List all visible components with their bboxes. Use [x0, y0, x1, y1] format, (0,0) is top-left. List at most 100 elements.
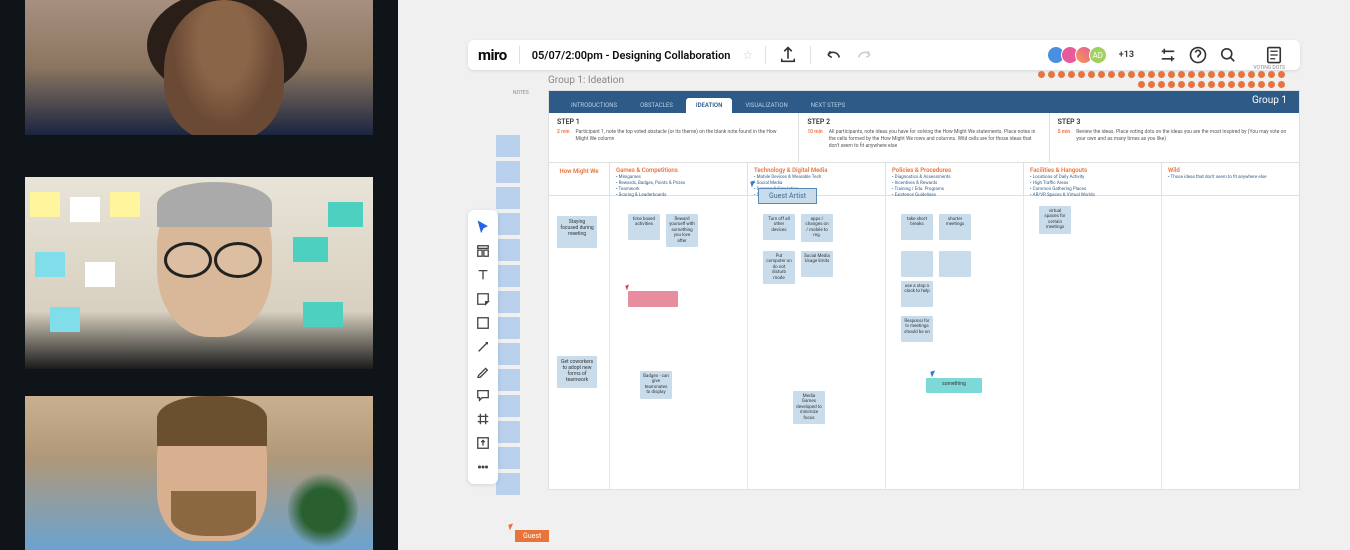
sticky-note[interactable] — [510, 369, 521, 391]
shape-tool-icon[interactable] — [472, 312, 494, 334]
voting-dot[interactable] — [1278, 71, 1285, 78]
line-tool-icon[interactable] — [472, 336, 494, 358]
cursor-icon — [930, 370, 936, 377]
voting-dot[interactable] — [1238, 71, 1245, 78]
sticky-note[interactable] — [901, 251, 933, 277]
redo-icon[interactable] — [855, 45, 875, 65]
sticky-note[interactable]: shorter meetings — [939, 214, 971, 240]
voting-dot[interactable] — [1168, 71, 1175, 78]
video-tile-2[interactable] — [25, 177, 373, 369]
text-tool-icon[interactable] — [472, 264, 494, 286]
sticky-note-selected[interactable]: something — [926, 378, 982, 393]
tab-ideation[interactable]: IDEATION — [686, 98, 732, 113]
voting-dot[interactable] — [1048, 71, 1055, 78]
group-header-label: Group 1: Ideation — [548, 75, 624, 86]
tab-visualization[interactable]: VISUALIZATION — [735, 98, 797, 113]
voting-dot[interactable] — [1268, 71, 1275, 78]
board-title[interactable]: 05/07/2:00pm - Designing Collaboration — [532, 49, 731, 62]
sticky-note[interactable]: Put computer on do not disturb mode — [763, 251, 795, 284]
templates-tool-icon[interactable] — [472, 240, 494, 262]
sticky-note[interactable] — [496, 317, 520, 339]
sticky-note[interactable]: Get coworkers to adopt new forms of team… — [557, 356, 597, 388]
sticky-note[interactable] — [496, 291, 520, 313]
tab-introductions[interactable]: INTRODUCTIONS — [561, 98, 627, 113]
voting-dot[interactable] — [1118, 71, 1125, 78]
ideation-frame[interactable]: Group 1 INTRODUCTIONS OBSTACLES IDEATION… — [548, 90, 1300, 490]
undo-icon[interactable] — [823, 45, 843, 65]
frame-tool-icon[interactable] — [472, 408, 494, 430]
miro-logo: miro — [478, 46, 507, 64]
voting-dot[interactable] — [1088, 71, 1095, 78]
sticky-note[interactable]: Turn off all other devices — [763, 214, 795, 240]
board-canvas[interactable]: Group 1: Ideation NOTES — [468, 80, 1300, 540]
comment-tool-icon[interactable] — [472, 384, 494, 406]
category-facilities: Facilities & Hangouts Locations of Daily… — [1023, 163, 1161, 195]
sticky-note[interactable] — [496, 161, 520, 183]
voting-dot[interactable] — [1248, 71, 1255, 78]
sticky-note[interactable] — [496, 473, 520, 495]
avatar-stack[interactable]: AD — [1051, 46, 1107, 64]
more-tools-icon[interactable] — [472, 456, 494, 478]
pen-tool-icon[interactable] — [472, 360, 494, 382]
voting-dot[interactable] — [1148, 71, 1155, 78]
sticky-note[interactable] — [496, 213, 520, 235]
search-icon[interactable] — [1218, 45, 1238, 65]
voting-dot[interactable] — [1198, 71, 1205, 78]
categories-row: How Might We Games & Competitions Miniga… — [549, 163, 1299, 196]
voting-dot[interactable] — [1178, 71, 1185, 78]
voting-dot[interactable] — [1228, 71, 1235, 78]
voting-dot[interactable] — [1158, 71, 1165, 78]
notes-panel-icon[interactable] — [1264, 45, 1284, 65]
more-collaborators-count[interactable]: +13 — [1115, 50, 1138, 60]
upload-tool-icon[interactable] — [472, 432, 494, 454]
sticky-note-selected[interactable] — [628, 291, 678, 307]
sticky-note[interactable] — [496, 395, 520, 417]
sticky-note[interactable] — [510, 265, 521, 287]
sticky-note[interactable]: virtual spaces for certain meetings — [1039, 206, 1071, 234]
swimlanes[interactable]: Staying focused during meeting Get cowor… — [549, 196, 1299, 489]
voting-dot[interactable] — [1188, 71, 1195, 78]
voting-dot[interactable] — [1078, 71, 1085, 78]
sticky-note[interactable] — [510, 187, 521, 209]
settings-icon[interactable] — [1158, 45, 1178, 65]
voting-dot[interactable] — [1138, 71, 1145, 78]
sticky-note[interactable] — [496, 447, 520, 469]
sticky-note[interactable] — [496, 343, 520, 365]
sticky-note[interactable] — [496, 187, 507, 209]
select-tool-icon[interactable] — [472, 216, 494, 238]
star-icon[interactable]: ☆ — [742, 48, 753, 62]
video-tile-3[interactable] — [25, 396, 373, 550]
sticky-note[interactable] — [496, 421, 520, 443]
voting-dot[interactable] — [1258, 71, 1265, 78]
tab-obstacles[interactable]: OBSTACLES — [630, 98, 683, 113]
export-icon[interactable] — [778, 45, 798, 65]
sticky-note[interactable]: use a stop n clock to help — [901, 281, 933, 307]
voting-dot[interactable] — [1218, 71, 1225, 78]
voting-dot[interactable] — [1128, 71, 1135, 78]
sticky-note[interactable]: Media Games developed to minimize focus — [793, 391, 825, 424]
sticky-note[interactable]: Social Media Usage limits — [801, 251, 833, 277]
sticky-note[interactable]: Reward yourself with something you love … — [666, 214, 698, 247]
sticky-note[interactable]: time boxed activities — [628, 214, 660, 240]
avatar[interactable]: AD — [1089, 46, 1107, 64]
group-label: Group 1 — [1252, 95, 1287, 106]
voting-dot[interactable] — [1108, 71, 1115, 78]
tab-next-steps[interactable]: NEXT STEPS — [801, 98, 855, 113]
sticky-note[interactable]: Staying focused during meeting — [557, 216, 597, 248]
sticky-note[interactable] — [496, 239, 520, 261]
voting-dot[interactable] — [1058, 71, 1065, 78]
sticky-note[interactable] — [496, 135, 520, 157]
sticky-note[interactable]: take short breaks — [901, 214, 933, 240]
voting-dot[interactable] — [1038, 71, 1045, 78]
sticky-note[interactable]: Responsi for tv meetings should be on — [901, 316, 933, 342]
voting-dot[interactable] — [1208, 71, 1215, 78]
sticky-note[interactable] — [939, 251, 971, 277]
sticky-note[interactable]: apps / changes on / mobile to reg. — [801, 214, 833, 242]
sticky-note[interactable]: Badges - can give teammates to display — [640, 371, 672, 399]
voting-dot[interactable] — [1068, 71, 1075, 78]
sticky-tool-icon[interactable] — [472, 288, 494, 310]
voting-dot[interactable] — [1098, 71, 1105, 78]
left-toolbar — [468, 210, 498, 484]
video-tile-1[interactable] — [25, 0, 373, 135]
help-icon[interactable] — [1188, 45, 1208, 65]
